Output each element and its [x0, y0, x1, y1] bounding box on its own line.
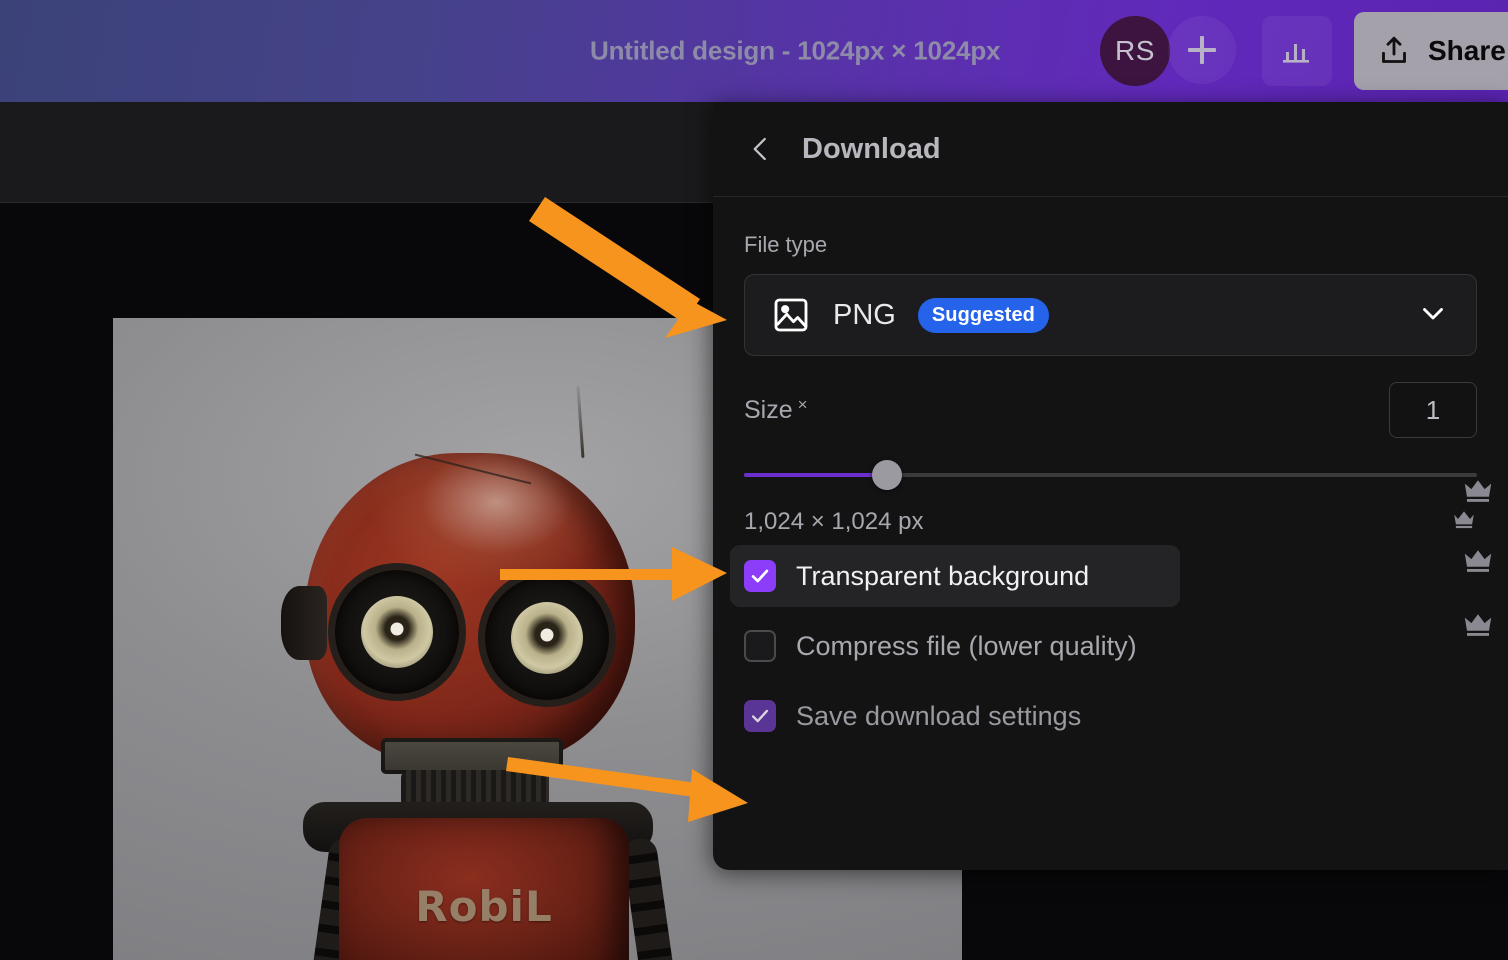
download-panel: Download File type PNG Suggested Size × … — [713, 102, 1508, 870]
back-button[interactable] — [744, 132, 778, 166]
checkbox-save-download-settings[interactable] — [744, 700, 776, 732]
panel-title: Download — [802, 132, 941, 165]
download-panel-header: Download — [713, 102, 1508, 197]
insights-button[interactable] — [1262, 16, 1332, 86]
size-label: Size — [744, 395, 793, 424]
avatar-initials: RS — [1115, 35, 1155, 66]
size-row: Size × — [744, 382, 1477, 438]
share-label: Share — [1428, 35, 1506, 66]
option-save-download-settings[interactable]: Save download settings — [730, 685, 1491, 747]
suggested-badge: Suggested — [917, 297, 1049, 333]
size-slider[interactable] — [744, 460, 1477, 490]
robot-torso: RobiL — [339, 818, 629, 960]
bar-chart-icon — [1283, 44, 1309, 63]
upload-icon — [1382, 36, 1406, 63]
document-title[interactable]: Untitled design - 1024px × 1024px — [590, 36, 1000, 67]
robot-arm-right — [621, 836, 679, 960]
robot-mouth — [381, 738, 563, 774]
option-compress-file[interactable]: Compress file (lower quality) — [730, 615, 1491, 677]
robot-pupil-left — [390, 622, 404, 636]
option-label-transparent-background: Transparent background — [796, 560, 1090, 591]
slider-thumb[interactable] — [871, 460, 902, 490]
crown-icon — [1451, 506, 1477, 537]
plus-icon — [1188, 36, 1216, 64]
check-icon — [751, 709, 769, 723]
robot-ear — [281, 586, 327, 660]
option-label-compress-file: Compress file (lower quality) — [796, 630, 1137, 661]
option-transparent-background[interactable]: Transparent background — [730, 545, 1180, 607]
robot-pupil-right — [540, 628, 554, 642]
size-input[interactable] — [1389, 382, 1477, 438]
share-button[interactable]: Share — [1354, 12, 1508, 90]
download-panel-body: File type PNG Suggested Size × 1 1,024 ×… — [713, 232, 1508, 747]
check-icon — [751, 569, 769, 583]
output-dimensions: 1,024 × 1,024 px — [744, 507, 924, 535]
chevron-down-icon — [1423, 307, 1443, 319]
file-type-select[interactable]: PNG Suggested — [744, 274, 1477, 356]
robot-eye-left — [335, 570, 459, 694]
robot-brand-text: RobiL — [415, 882, 553, 931]
add-collaborator-button[interactable] — [1168, 16, 1236, 84]
checkbox-compress-file[interactable] — [744, 630, 776, 662]
robot-iris-right — [511, 602, 583, 674]
robot-iris-left — [361, 596, 433, 668]
crown-icon-glyph — [1454, 511, 1474, 529]
robot-antenna — [576, 385, 585, 459]
slider-fill — [744, 473, 887, 477]
robot-eye-right — [485, 576, 609, 700]
size-multiplier-symbol: × — [797, 395, 808, 414]
top-bar: Untitled design - 1024px × 1024px RS Sha… — [0, 0, 1508, 102]
avatar[interactable]: RS — [1100, 16, 1170, 86]
option-label-save-download-settings: Save download settings — [796, 700, 1082, 731]
checkbox-transparent-background[interactable] — [744, 560, 776, 592]
file-type-label: File type — [744, 232, 828, 257]
app-root: Untitled design - 1024px × 1024px RS Sha… — [0, 0, 1508, 960]
dimensions-row: 1,024 × 1,024 px — [744, 506, 1477, 537]
file-type-name: PNG — [833, 298, 896, 331]
file-type-dropdown-toggle[interactable] — [1416, 296, 1450, 335]
chevron-left-icon — [753, 137, 766, 161]
image-icon — [774, 298, 808, 332]
